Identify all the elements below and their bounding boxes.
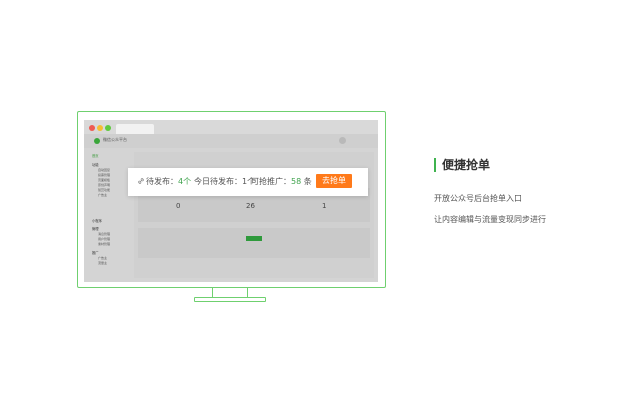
pending-label: 待发布： xyxy=(146,177,178,186)
pending-stat: 待发布：4个 xyxy=(146,177,191,187)
sidebar-item[interactable]: 推广 xyxy=(92,250,99,255)
feature-line-1: 开放公众号后台抢单入口 xyxy=(434,194,522,203)
pending-value: 4个 xyxy=(178,177,192,186)
stat-value-2: 26 xyxy=(246,202,255,210)
minimize-window-dot[interactable] xyxy=(97,125,103,131)
link-icon xyxy=(138,178,144,184)
stat-value-3: 1 xyxy=(322,202,327,210)
notice-panel xyxy=(138,228,370,258)
sidebar-item[interactable]: 小程序 xyxy=(92,218,102,223)
browser-titlebar xyxy=(84,120,378,134)
browser-tab[interactable] xyxy=(116,124,154,134)
app-title: 微信公众平台 xyxy=(103,137,127,142)
avatar[interactable] xyxy=(339,137,346,144)
heading-accent-bar xyxy=(434,158,436,172)
promo-stage: 微信公众平台 首页 功能 自动回复 投票管理 页面模板 原创声明 赞赏功能 广告主 小程序 管理消… xyxy=(0,0,640,400)
sidebar-item[interactable]: 原创声明 xyxy=(98,183,110,187)
notice-button[interactable] xyxy=(246,236,262,241)
sidebar-item[interactable]: 投票管理 xyxy=(98,173,110,177)
today-stat: 今日待发布：1个 xyxy=(194,177,255,187)
wechat-logo-icon xyxy=(94,138,100,144)
sidebar-item[interactable]: 自动回复 xyxy=(98,168,110,172)
grab-order-card: 待发布：4个 今日待发布：1个 可抢推广：58 条 去抢单 xyxy=(128,168,368,196)
sidebar-item[interactable]: 广告主 xyxy=(98,193,107,197)
grab-label: 可抢推广： xyxy=(251,177,291,186)
close-window-dot[interactable] xyxy=(89,125,95,131)
browser-window: 微信公众平台 首页 功能 自动回复 投票管理 页面模板 原创声明 赞赏功能 广告主 小程序 管理消… xyxy=(84,120,378,282)
grab-order-button[interactable]: 去抢单 xyxy=(316,174,352,188)
feature-title: 便捷抢单 xyxy=(442,158,491,172)
monitor-base xyxy=(194,297,266,302)
sidebar-item[interactable]: 广告主 xyxy=(98,256,107,260)
maximize-window-dot[interactable] xyxy=(105,125,111,131)
sidebar-item[interactable]: 消息管理 xyxy=(98,232,110,236)
grab-value: 58 xyxy=(291,177,302,186)
sidebar-item[interactable]: 流量主 xyxy=(98,261,107,265)
sidebar-item[interactable]: 首页 xyxy=(92,153,99,158)
sidebar-item[interactable]: 素材管理 xyxy=(98,242,110,246)
sidebar-item[interactable]: 赞赏功能 xyxy=(98,188,110,192)
app-header: 微信公众平台 xyxy=(84,134,378,148)
stat-value-1: 0 xyxy=(176,202,181,210)
sidebar-item[interactable]: 页面模板 xyxy=(98,178,110,182)
feature-line-2: 让内容编辑与流量变现同步进行 xyxy=(434,215,546,224)
grab-stat: 可抢推广：58 条 xyxy=(251,177,312,187)
sidebar-item[interactable]: 用户管理 xyxy=(98,237,110,241)
sidebar: 首页 功能 自动回复 投票管理 页面模板 原创声明 赞赏功能 广告主 小程序 管理 消息管理 用户管理… xyxy=(84,148,130,282)
sidebar-item[interactable]: 功能 xyxy=(92,162,99,167)
today-label: 今日待发布： xyxy=(194,177,242,186)
sidebar-item[interactable]: 管理 xyxy=(92,226,99,231)
grab-unit: 条 xyxy=(303,177,312,186)
